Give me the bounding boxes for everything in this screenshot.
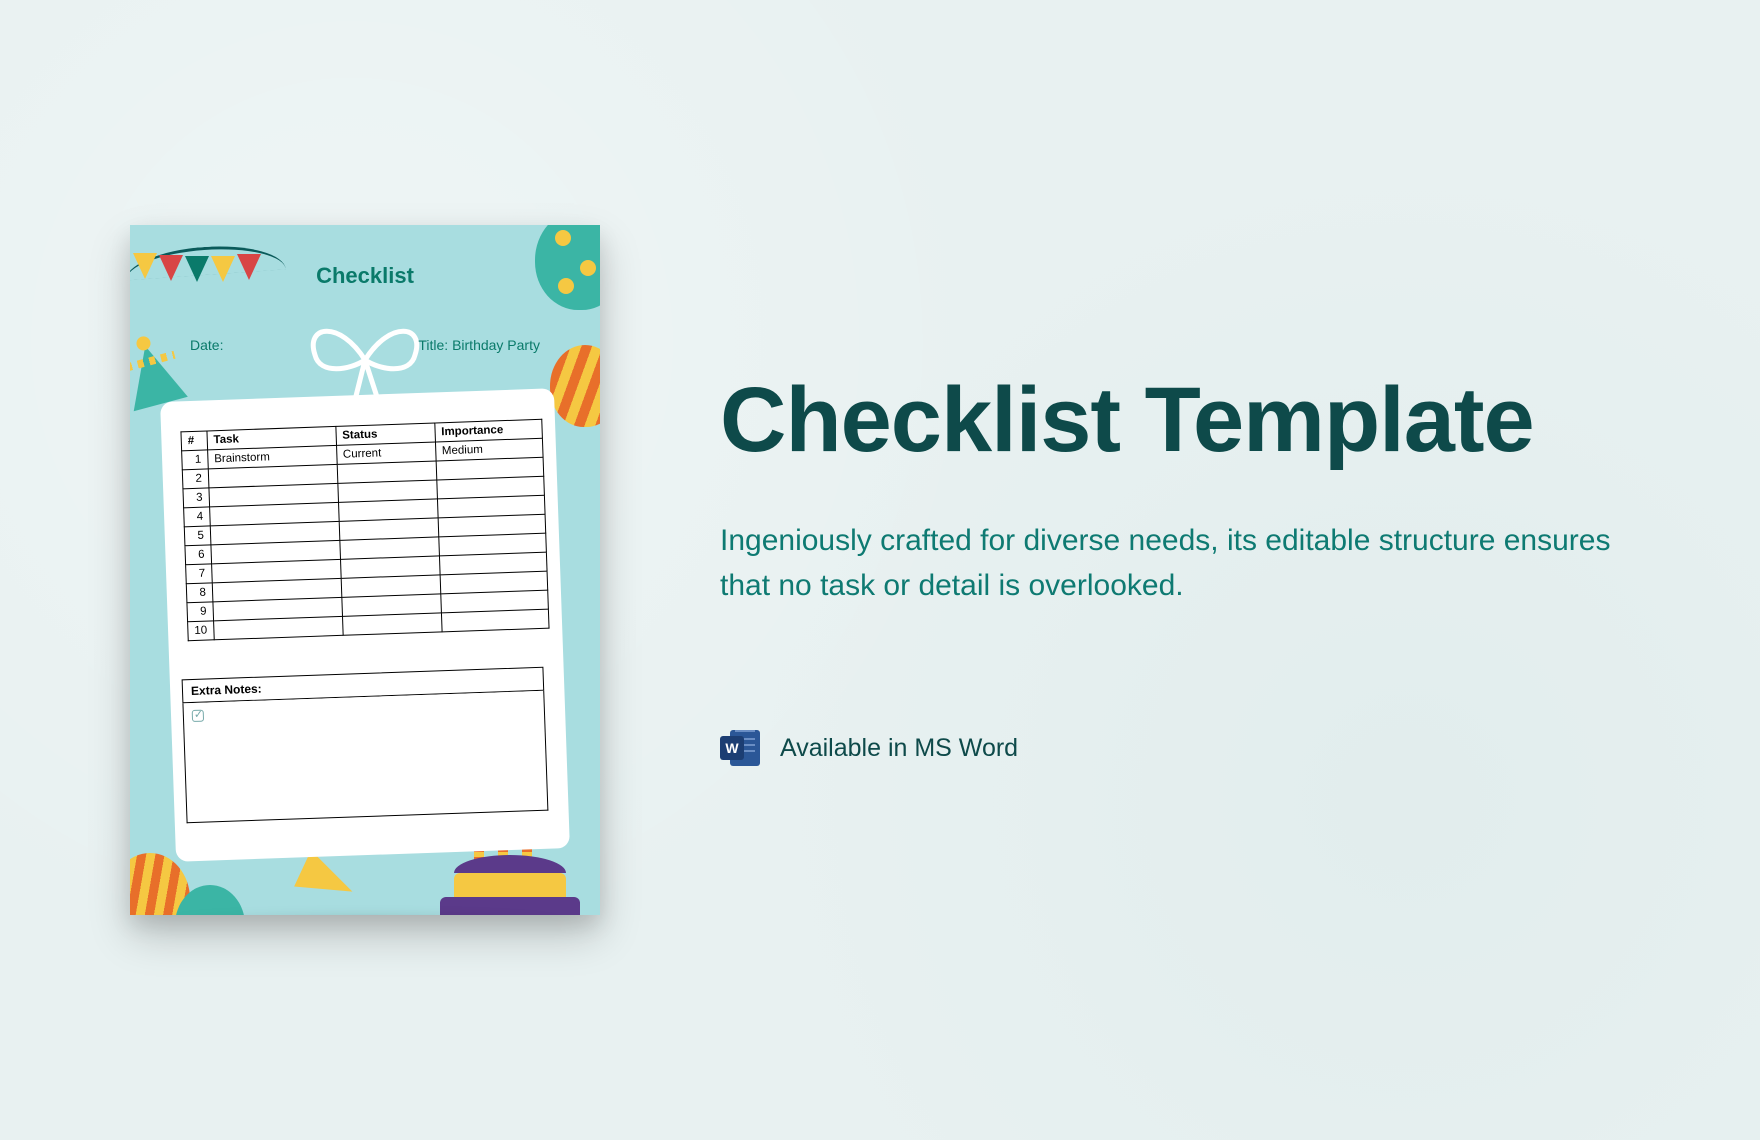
cell-num: 10 xyxy=(188,621,214,641)
cell-num: 8 xyxy=(186,583,212,603)
cell-importance xyxy=(441,609,549,632)
col-num: # xyxy=(181,431,207,451)
page-description: Ingeniously crafted for diverse needs, i… xyxy=(720,518,1620,608)
ms-word-icon: W xyxy=(720,728,760,768)
preview-heading: Checklist xyxy=(130,263,600,289)
cell-num: 2 xyxy=(182,469,208,489)
party-horn-icon xyxy=(294,850,361,909)
info-column: Checklist Template Ingeniously crafted f… xyxy=(720,372,1620,769)
page-title: Checklist Template xyxy=(720,372,1620,469)
cell-status xyxy=(342,613,442,635)
cell-num: 3 xyxy=(183,488,209,508)
cell-task xyxy=(213,616,342,639)
balloon-icon xyxy=(550,345,600,427)
checkbox-icon xyxy=(192,710,204,722)
template-preview: Checklist Date: Title: Birthday Party # … xyxy=(130,225,600,915)
extra-notes: Extra Notes: xyxy=(182,667,549,824)
cell-num: 4 xyxy=(184,507,210,527)
availability-row: W Available in MS Word xyxy=(720,728,1620,768)
preview-meta-row: Date: Title: Birthday Party xyxy=(130,337,600,353)
cell-num: 1 xyxy=(182,450,208,470)
title-label: Title: xyxy=(418,337,448,353)
cell-num: 5 xyxy=(184,526,210,546)
date-label: Date: xyxy=(190,337,223,353)
checklist-table: # Task Status Importance 1BrainstormCurr… xyxy=(180,419,549,642)
cell-num: 9 xyxy=(187,602,213,622)
cell-num: 6 xyxy=(185,545,211,565)
title-field: Title: Birthday Party xyxy=(418,337,540,353)
ms-word-letter: W xyxy=(720,736,744,760)
availability-text: Available in MS Word xyxy=(780,734,1018,763)
ribbon-bow-icon xyxy=(300,310,430,400)
cell-num: 7 xyxy=(186,564,212,584)
title-value: Birthday Party xyxy=(452,337,540,353)
notes-body xyxy=(182,691,548,824)
